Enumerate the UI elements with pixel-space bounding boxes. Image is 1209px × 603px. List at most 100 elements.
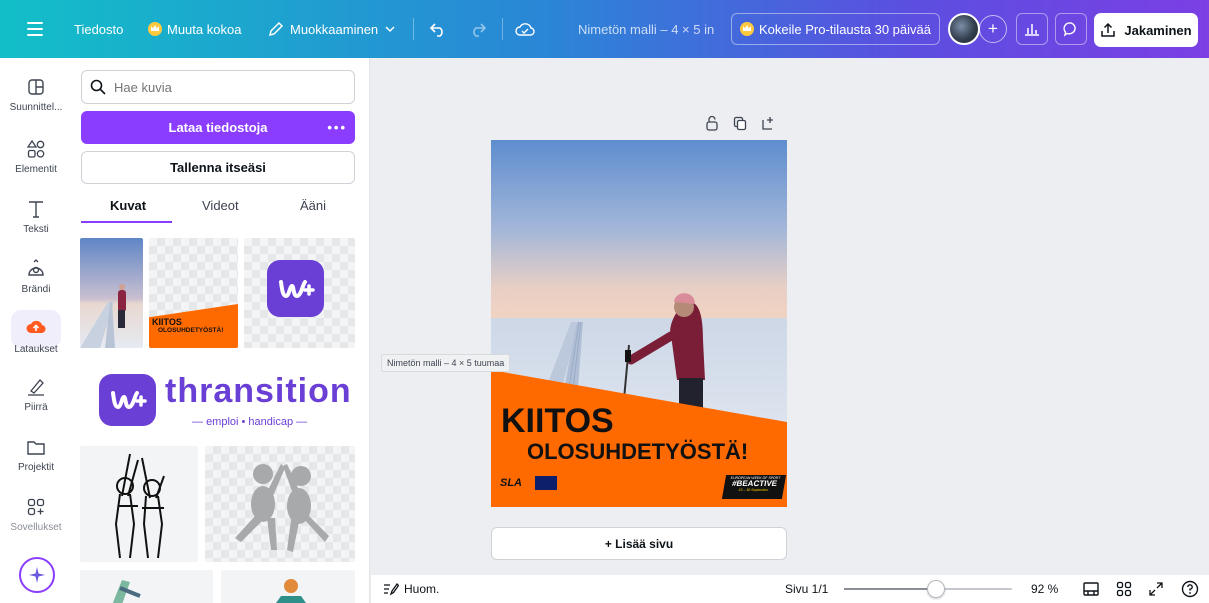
add-page-label: + Lisää sivu bbox=[604, 536, 674, 551]
divider bbox=[413, 18, 414, 40]
upload-thumb-line-art-figures[interactable] bbox=[80, 446, 198, 562]
pencil-icon bbox=[268, 21, 284, 37]
notes-icon bbox=[384, 582, 399, 596]
upload-thumb-w-logo[interactable] bbox=[244, 238, 355, 348]
left-rail: Suunnittel... Elementit Teksti Brändi La… bbox=[0, 58, 72, 603]
badge-main-text: #BEACTIVE bbox=[731, 479, 778, 488]
analytics-icon[interactable] bbox=[1016, 13, 1048, 45]
upload-thumb-skier-photo[interactable] bbox=[80, 238, 143, 348]
design-heading-line2[interactable]: OLOSUHDETYÖSTÄ! bbox=[527, 441, 748, 463]
rail-item-draw[interactable]: Piirrä bbox=[0, 376, 72, 434]
folder-icon bbox=[27, 441, 45, 455]
3d-figures-image bbox=[235, 464, 329, 552]
comment-icon[interactable] bbox=[1055, 13, 1087, 45]
add-collaborator-button[interactable]: + bbox=[979, 0, 1007, 58]
rail-label: Piirrä bbox=[24, 402, 48, 413]
uploads-panel: Lataa tiedostoja ••• Tallenna itseäsi Ku… bbox=[72, 58, 370, 603]
rail-item-uploads[interactable]: Lataukset bbox=[0, 310, 72, 368]
rail-label: Teksti bbox=[23, 224, 49, 235]
rail-label: Suunnittel... bbox=[9, 102, 63, 113]
skier-photo-image bbox=[80, 238, 143, 348]
undo-icon[interactable] bbox=[429, 0, 447, 58]
more-options-icon[interactable]: ••• bbox=[327, 120, 347, 135]
zoom-percentage[interactable]: 92 % bbox=[1031, 575, 1058, 603]
duplicate-icon[interactable] bbox=[733, 115, 747, 131]
upload-thumb-partial-1[interactable] bbox=[80, 570, 213, 603]
tab-videos[interactable]: Videot bbox=[202, 198, 239, 213]
notes-label: Huom. bbox=[404, 582, 440, 596]
eu-flag[interactable] bbox=[535, 476, 557, 490]
rail-label: Brändi bbox=[21, 284, 51, 295]
page-view-icon[interactable] bbox=[1082, 575, 1100, 603]
upload-files-label: Lataa tiedostoja bbox=[168, 120, 268, 135]
crown-icon bbox=[148, 22, 162, 36]
design-heading-line1[interactable]: KIITOS bbox=[501, 404, 614, 438]
file-menu[interactable]: Tiedosto bbox=[74, 0, 123, 58]
thranition-wordmark: thransition bbox=[165, 372, 352, 410]
crown-icon bbox=[740, 22, 754, 36]
tab-audio[interactable]: Ääni bbox=[300, 198, 326, 213]
page-toolbar bbox=[705, 115, 775, 131]
fullscreen-icon[interactable] bbox=[1149, 575, 1163, 603]
lock-icon[interactable] bbox=[705, 115, 719, 131]
grid-view-icon[interactable] bbox=[1116, 575, 1132, 603]
cloud-saved-icon[interactable] bbox=[515, 0, 535, 58]
add-page-icon[interactable] bbox=[761, 115, 775, 131]
search-input[interactable] bbox=[114, 79, 334, 95]
upload-thumb-kiitos-graphic[interactable]: KIITOS OLOSUHDETYÖSTÄ! bbox=[149, 238, 238, 348]
share-upload-icon bbox=[1101, 22, 1116, 37]
edit-mode-label: Muokkaaminen bbox=[290, 21, 379, 37]
redo-icon[interactable] bbox=[469, 0, 487, 58]
search-box[interactable] bbox=[81, 70, 355, 104]
layout-icon bbox=[28, 79, 44, 95]
thranition-subtitle: — emploi • handicap — bbox=[192, 416, 308, 428]
line-art-image bbox=[114, 453, 165, 559]
design-page[interactable]: KIITOS OLOSUHDETYÖSTÄ! SLA EUROPEAN WEEK… bbox=[491, 140, 787, 507]
resize-button[interactable]: Muuta kokoa bbox=[148, 0, 241, 58]
rail-item-projects[interactable]: Projektit bbox=[0, 436, 72, 494]
plus-icon: + bbox=[979, 15, 1007, 43]
rail-item-design[interactable]: Suunnittel... bbox=[0, 76, 72, 134]
kiitos-thumb-line1: KIITOS bbox=[152, 317, 182, 327]
upload-thumb-thranition-logo[interactable]: thransition — emploi • handicap — bbox=[80, 354, 355, 438]
draw-icon bbox=[28, 379, 44, 396]
design-title[interactable]: Nimetön malli – 4 × 5 in bbox=[578, 0, 714, 58]
rail-item-text[interactable]: Teksti bbox=[0, 198, 72, 256]
notes-button[interactable]: Huom. bbox=[383, 575, 439, 603]
active-tab-indicator bbox=[81, 221, 172, 223]
text-icon bbox=[29, 201, 43, 218]
rail-item-brand[interactable]: Brändi bbox=[0, 258, 72, 316]
upload-thumb-3d-figures[interactable] bbox=[205, 446, 355, 562]
rail-label: Projektit bbox=[17, 462, 55, 473]
zoom-slider-fill bbox=[844, 588, 937, 590]
sparkle-icon bbox=[29, 567, 45, 583]
tab-images[interactable]: Kuvat bbox=[110, 198, 146, 213]
file-menu-label: Tiedosto bbox=[74, 21, 124, 37]
brand-icon bbox=[28, 259, 44, 276]
upload-thumb-partial-2[interactable] bbox=[221, 570, 355, 603]
badge-dates-text: 23 – 30 September bbox=[738, 488, 769, 492]
cloud-upload-icon bbox=[26, 320, 46, 334]
upload-files-button[interactable]: Lataa tiedostoja ••• bbox=[81, 111, 355, 144]
record-yourself-button[interactable]: Tallenna itseäsi bbox=[81, 151, 355, 184]
page-indicator[interactable]: Sivu 1/1 bbox=[785, 575, 828, 603]
canva-editor: Tiedosto Muuta kokoa Muokkaaminen Nimetö… bbox=[0, 0, 1209, 603]
avatar[interactable] bbox=[948, 0, 980, 58]
pro-trial-label: Kokeile Pro-tilausta 30 päivää bbox=[759, 21, 931, 37]
rail-item-apps[interactable]: Sovellukset bbox=[0, 496, 72, 554]
menu-icon[interactable] bbox=[27, 0, 43, 58]
design-size-tooltip: Nimetön malli – 4 × 5 tuumaa bbox=[381, 354, 511, 372]
add-page-button[interactable]: + Lisää sivu bbox=[491, 527, 787, 560]
pro-trial-button[interactable]: Kokeile Pro-tilausta 30 päivää bbox=[731, 13, 940, 45]
partial-image bbox=[276, 579, 306, 603]
rail-item-elements[interactable]: Elementit bbox=[0, 138, 72, 196]
partial-image bbox=[112, 580, 141, 603]
edit-mode-dropdown[interactable]: Muokkaaminen bbox=[268, 0, 396, 58]
share-button[interactable]: Jakaminen bbox=[1094, 13, 1198, 47]
help-icon[interactable] bbox=[1181, 575, 1199, 603]
zoom-slider-handle[interactable] bbox=[927, 580, 946, 598]
divider bbox=[502, 18, 503, 40]
beactive-badge[interactable]: EUROPEAN WEEK OF SPORT #BEACTIVE 23 – 30… bbox=[721, 475, 787, 499]
sla-logo[interactable]: SLA bbox=[500, 477, 522, 489]
magic-assistant-button[interactable] bbox=[19, 557, 55, 593]
